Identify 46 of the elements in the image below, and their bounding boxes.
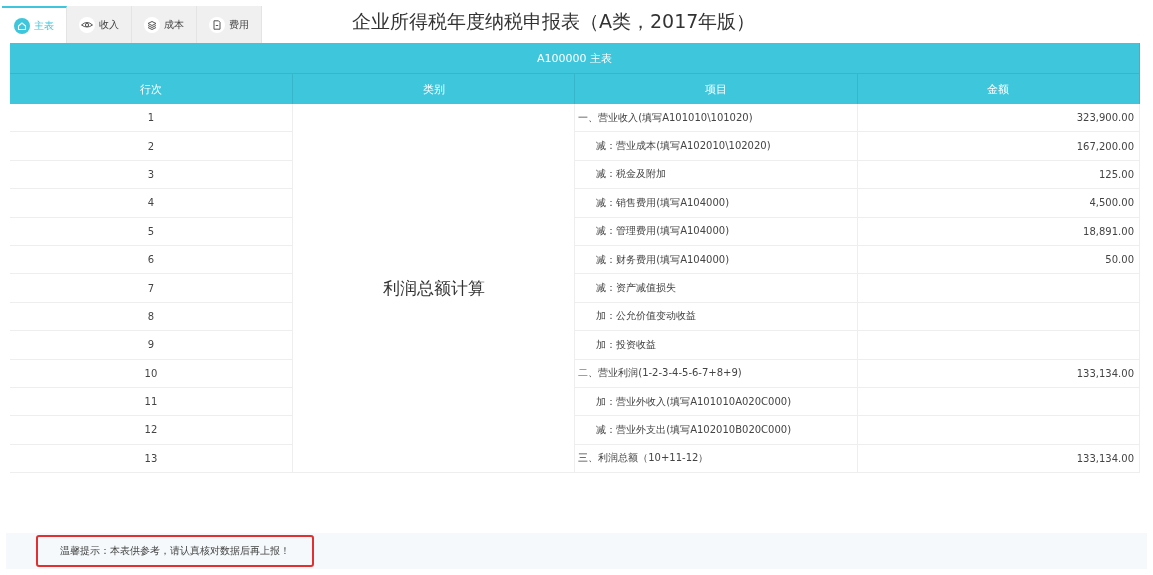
table-cell: 13	[10, 444, 293, 473]
table-cell: 10	[10, 359, 293, 388]
table-cell: 11	[10, 387, 293, 416]
notice-text: 温馨提示：本表供参考，请认真核对数据后再上报！	[36, 535, 314, 567]
table-cell: 减：财务费用(填写A104000)	[574, 245, 858, 274]
table-cell: 9	[10, 330, 293, 359]
table-cell: 1	[10, 104, 293, 132]
column-header: 类别	[292, 73, 575, 104]
table-cell: 7	[10, 273, 293, 303]
table-cell: 加：投资收益	[574, 330, 858, 359]
table-cell: 133,134.00	[857, 359, 1140, 388]
table-cell: 8	[10, 302, 293, 331]
table-caption: A100000 主表	[10, 43, 1140, 74]
table-cell: 二、营业利润(1-2-3-4-5-6-7+8+9)	[574, 359, 858, 388]
table-cell: 50.00	[857, 245, 1140, 274]
table-cell: 125.00	[857, 160, 1140, 189]
table-cell: 加：公允价值变动收益	[574, 302, 858, 331]
eye-icon	[79, 16, 95, 33]
table-cell: 减：营业成本(填写A102010\102020)	[574, 131, 858, 161]
layers-icon	[144, 16, 160, 33]
category-cell: 利润总额计算	[292, 104, 575, 473]
table-cell: 3	[10, 160, 293, 189]
column-header: 行次	[10, 73, 293, 104]
table-cell: 加：营业外收入(填写A101010A020C000)	[574, 387, 858, 416]
table-cell: 5	[10, 217, 293, 246]
document-icon	[209, 16, 225, 33]
column-header: 项目	[574, 73, 858, 104]
table-cell: 减：资产减值损失	[574, 273, 858, 303]
table-cell: 一、营业收入(填写A101010\101020)	[574, 104, 858, 132]
table-cell: 167,200.00	[857, 131, 1140, 161]
table-cell: 减：营业外支出(填写A102010B020C000)	[574, 415, 858, 445]
table-cell: 133,134.00	[857, 444, 1140, 473]
home-icon	[14, 17, 30, 34]
table-cell: 减：税金及附加	[574, 160, 858, 189]
table-cell: 12	[10, 415, 293, 445]
column-header: 金额	[857, 73, 1140, 104]
table-cell: 6	[10, 245, 293, 274]
table-cell: 323,900.00	[857, 104, 1140, 132]
table-cell: 减：管理费用(填写A104000)	[574, 217, 858, 246]
table-cell: 减：销售费用(填写A104000)	[574, 188, 858, 218]
table-cell: 18,891.00	[857, 217, 1140, 246]
table-cell: 4,500.00	[857, 188, 1140, 218]
table-cell: 三、利润总额（10+11-12）	[574, 444, 858, 473]
table-cell: 4	[10, 188, 293, 218]
table-cell: 2	[10, 131, 293, 161]
page-title: 企业所得税年度纳税申报表（A类，2017年版）	[352, 8, 756, 34]
